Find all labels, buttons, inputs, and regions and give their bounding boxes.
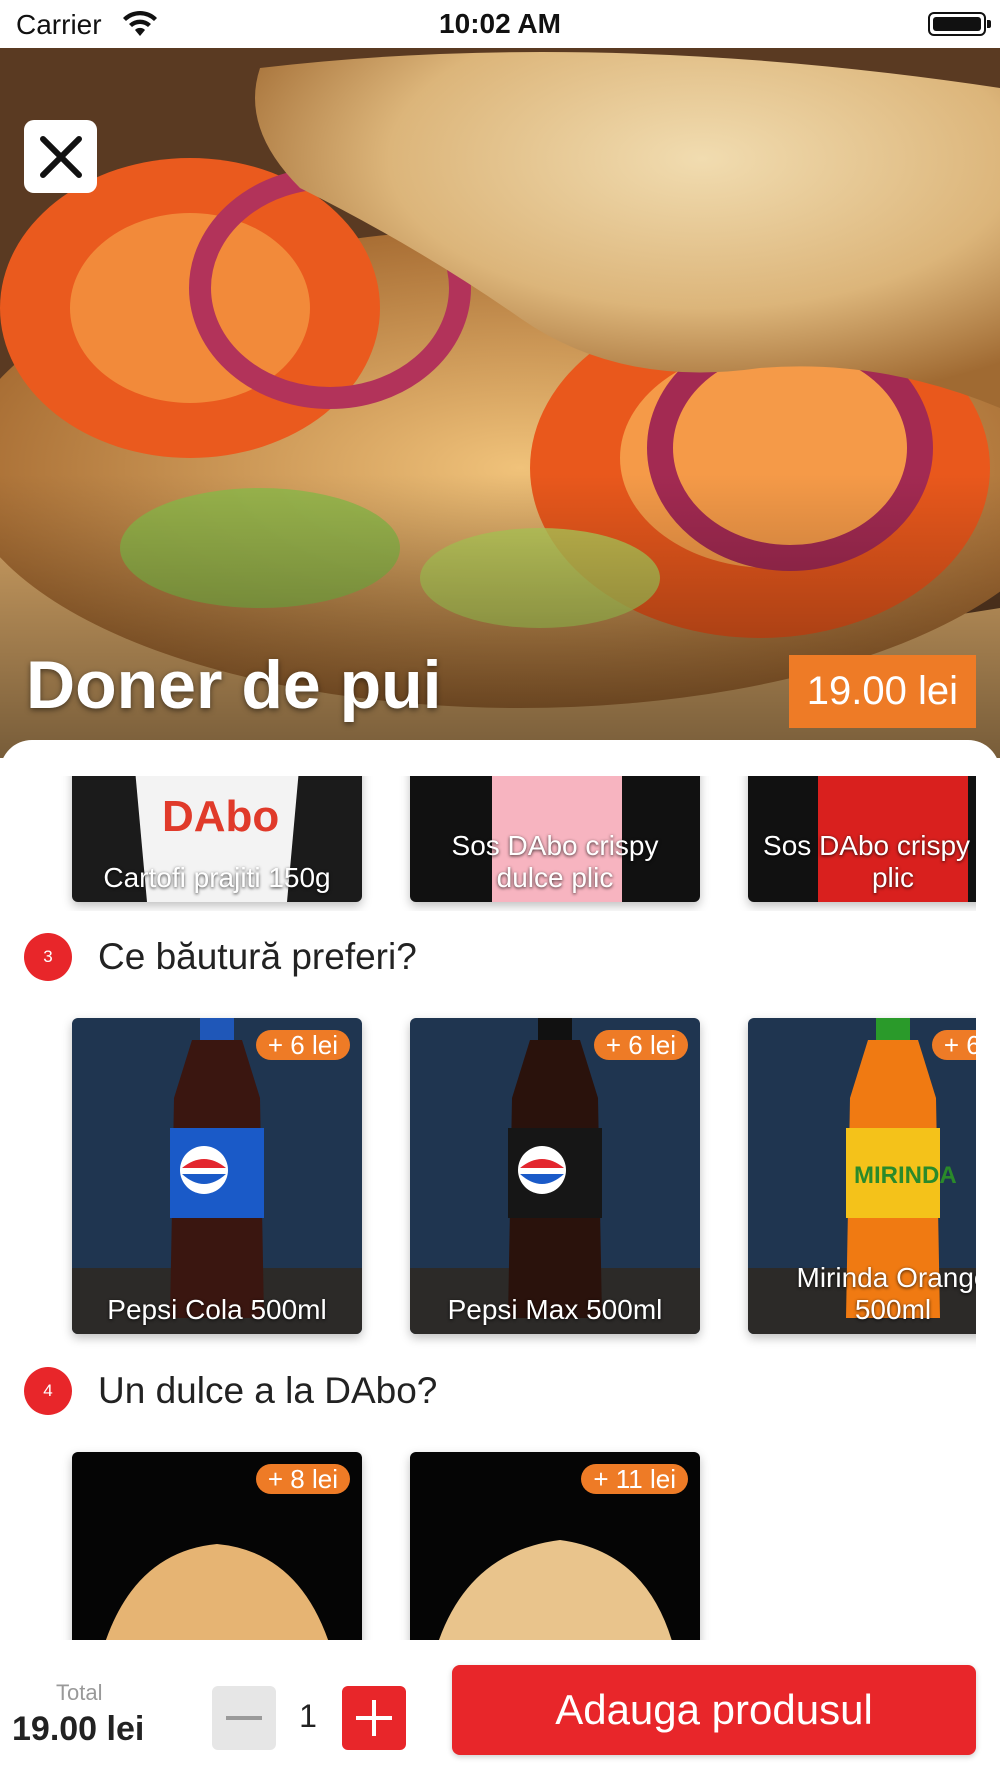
- side-card[interactable]: Sos DAbo crispy dulce plic: [410, 776, 700, 902]
- total-label: Total: [56, 1680, 103, 1705]
- side-label: Cartofi prajiti 150g: [103, 862, 331, 893]
- step-number-badge: 4: [24, 1367, 72, 1415]
- close-button[interactable]: [24, 120, 97, 193]
- drink-label: Pepsi Max 500ml: [447, 1294, 663, 1325]
- dessert-card[interactable]: + 11 lei: [410, 1452, 700, 1640]
- step-number-badge: 3: [24, 933, 72, 981]
- product-price-badge: 19.00 lei: [788, 655, 976, 728]
- quantity-value: 1: [299, 1698, 317, 1734]
- status-time: 10:02 AM: [439, 8, 561, 39]
- drinks-carousel[interactable]: + 6 lei Pepsi Cola 500ml + 6 lei Pepsi M…: [0, 1010, 976, 1350]
- add-to-cart-button[interactable]: Adauga produsul: [452, 1665, 976, 1755]
- price-addon-badge: + 6 lei: [593, 1030, 688, 1060]
- pepsi-max-bottle-image: [410, 1018, 700, 1334]
- dessert-carousel[interactable]: + 8 lei + 11 lei: [0, 1444, 976, 1640]
- dessert-card[interactable]: + 8 lei: [72, 1452, 362, 1640]
- drink-card[interactable]: + 6 lei Pepsi Max 500ml: [410, 1018, 700, 1334]
- status-bar: Carrier 10:02 AM: [0, 0, 1000, 48]
- side-card[interactable]: DAbo Cartofi prajiti 150g: [72, 776, 362, 902]
- price-addon-badge: + 8 lei: [255, 1464, 350, 1494]
- section-title: Un dulce a la DAbo?: [98, 1370, 438, 1411]
- side-label: Sos DAbo crispy iute plic: [763, 830, 976, 893]
- quantity-increase-button[interactable]: [342, 1686, 406, 1750]
- side-card[interactable]: Sos DAbo crispy iute plic: [748, 776, 976, 902]
- section-header-drinks: 3 Ce băutură preferi?: [24, 932, 417, 982]
- options-sheet[interactable]: DAbo Cartofi prajiti 150g Sos DAbo crisp…: [0, 740, 1000, 1640]
- bottom-bar: Total 19.00 lei 1 Adauga produsul: [0, 1640, 1000, 1778]
- close-icon: [39, 135, 82, 178]
- sides-carousel[interactable]: DAbo Cartofi prajiti 150g Sos DAbo crisp…: [0, 776, 976, 911]
- drink-label: Mirinda Orange 500ml: [796, 1262, 977, 1325]
- side-label: Sos DAbo crispy dulce plic: [451, 830, 659, 893]
- section-title: Ce băutură preferi?: [98, 936, 417, 977]
- drink-card[interactable]: MIRINDA + 6 lei Mirinda Orange 500ml: [748, 1018, 976, 1334]
- total-value: 19.00 lei: [12, 1710, 145, 1748]
- section-header-dessert: 4 Un dulce a la DAbo?: [24, 1366, 437, 1416]
- product-hero-image: Doner de pui 19.00 lei: [0, 48, 1000, 758]
- product-title: Doner de pui: [26, 647, 442, 723]
- pepsi-bottle-image: [72, 1018, 362, 1334]
- price-addon-badge: + 6 lei: [931, 1030, 976, 1060]
- price-addon-badge: + 11 lei: [581, 1464, 688, 1494]
- drink-label: Pepsi Cola 500ml: [107, 1294, 327, 1325]
- battery-icon: [928, 12, 991, 36]
- drink-card[interactable]: + 6 lei Pepsi Cola 500ml: [72, 1018, 362, 1334]
- svg-text:MIRINDA: MIRINDA: [854, 1162, 957, 1189]
- quantity-decrease-button[interactable]: [212, 1686, 276, 1750]
- svg-text:DAbo: DAbo: [162, 792, 279, 841]
- price-addon-badge: + 6 lei: [255, 1030, 350, 1060]
